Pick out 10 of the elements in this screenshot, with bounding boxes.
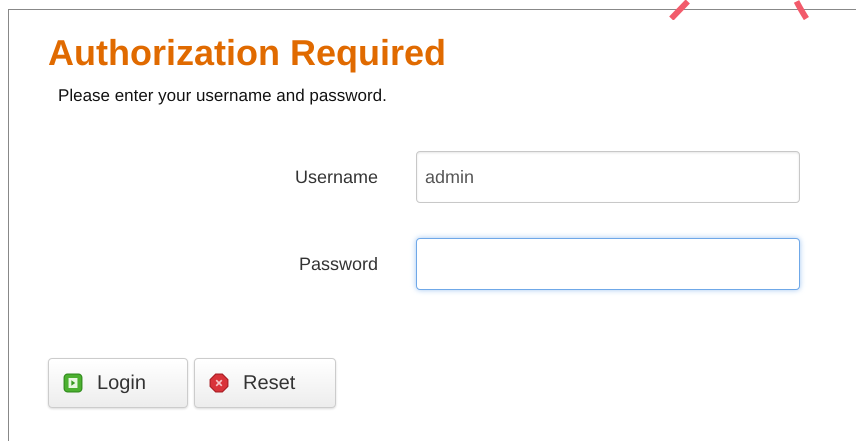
- login-button[interactable]: Login: [48, 358, 188, 408]
- instruction-text: Please enter your username and password.: [58, 86, 388, 106]
- stop-icon: [209, 373, 229, 393]
- reset-button[interactable]: Reset: [194, 358, 336, 408]
- field-label: Username: [294, 166, 378, 188]
- username-field[interactable]: admin: [416, 151, 800, 203]
- play-icon: [63, 373, 83, 393]
- field-label: Password: [298, 254, 378, 274]
- page-title: Authorization Required: [48, 31, 446, 75]
- password-field[interactable]: [416, 238, 800, 290]
